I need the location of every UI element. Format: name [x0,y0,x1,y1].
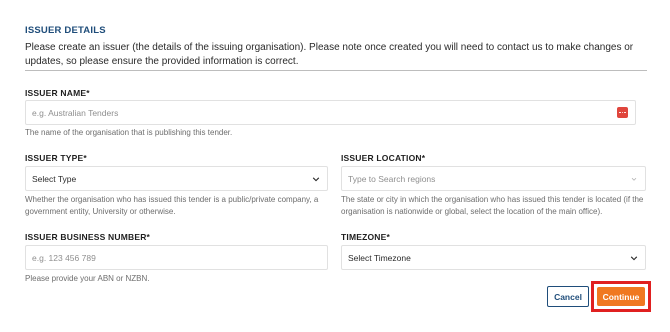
timezone-label: TIMEZONE* [341,232,391,242]
timezone-value: Select Timezone [348,252,411,263]
issuer-type-select[interactable]: Select Type [25,166,328,191]
continue-button[interactable]: Continue [597,287,645,306]
chevron-down-icon [312,177,320,182]
password-manager-icon[interactable] [617,107,628,118]
issuer-type-label: ISSUER TYPE* [25,153,87,163]
issuer-name-placeholder: e.g. Australian Tenders [32,107,119,118]
timezone-select[interactable]: Select Timezone [341,245,646,270]
issuer-name-help: The name of the organisation that is pub… [25,128,233,137]
issuer-name-input[interactable]: e.g. Australian Tenders [25,100,636,125]
issuer-type-value: Select Type [32,173,77,184]
section-title: ISSUER DETAILS [25,25,106,36]
intro-text: Please create an issuer (the details of … [25,42,634,67]
cancel-button[interactable]: Cancel [547,286,589,307]
issuer-type-help: Whether the organisation who has issued … [25,195,319,216]
chevron-down-icon [631,177,637,181]
business-number-input[interactable]: e.g. 123 456 789 [25,245,328,270]
business-number-label: ISSUER BUSINESS NUMBER* [25,232,151,242]
issuer-name-label: ISSUER NAME* [25,88,90,98]
issuer-location-placeholder: Type to Search regions [348,173,436,184]
chevron-down-icon [630,256,638,261]
issuer-location-label: ISSUER LOCATION* [341,153,426,163]
business-number-placeholder: e.g. 123 456 789 [32,252,96,263]
business-number-help: Please provide your ABN or NZBN. [25,274,150,283]
issuer-location-select[interactable]: Type to Search regions [341,166,646,191]
divider [25,70,647,71]
issuer-location-help: The state or city in which the organisat… [341,195,644,216]
